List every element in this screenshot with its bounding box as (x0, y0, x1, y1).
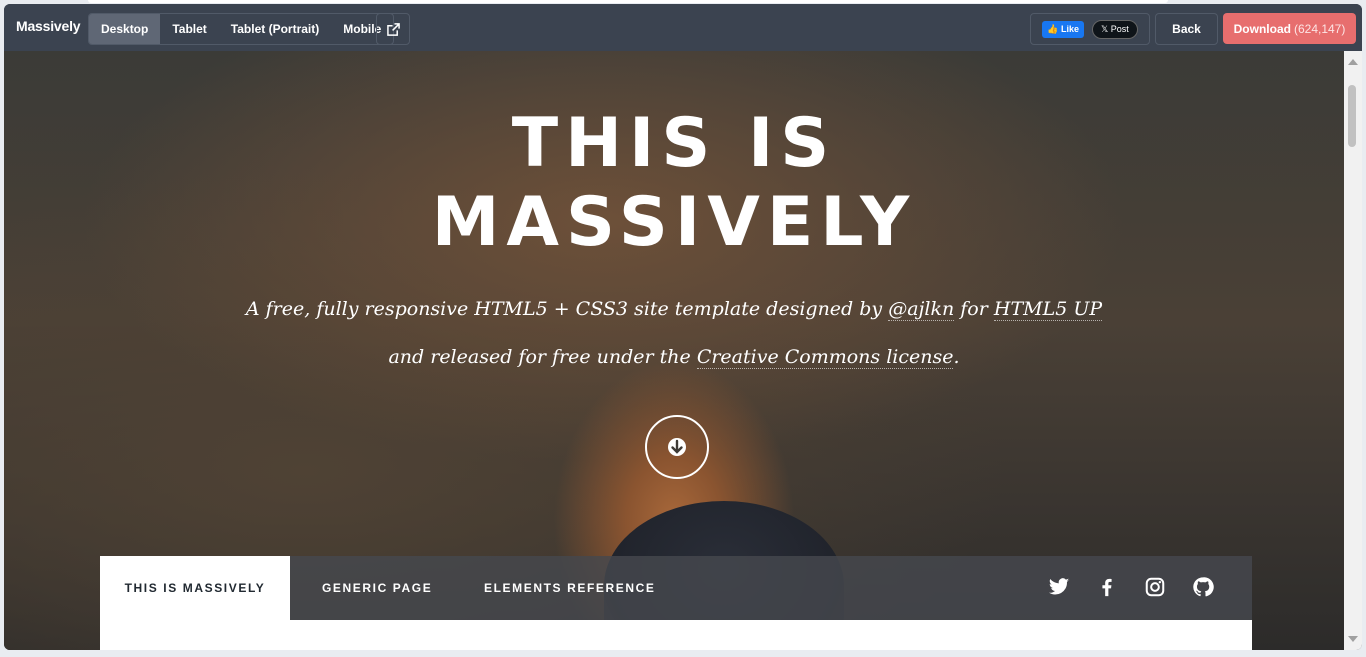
social-icons (1048, 576, 1214, 598)
nav-item-this-is-massively[interactable]: THIS IS MASSIVELY (100, 556, 290, 620)
brand-name[interactable]: Massively (16, 18, 81, 34)
browser-url-bar-edge (88, 0, 1168, 3)
ajlkn-link[interactable]: @ajlkn (888, 298, 955, 321)
twitter-icon[interactable] (1048, 576, 1070, 598)
intro-text: A free, fully responsive HTML5 + CSS3 si… (245, 298, 889, 320)
device-tablet-portrait-button[interactable]: Tablet (Portrait) (219, 14, 331, 44)
download-button[interactable]: Download (624,147) (1223, 13, 1356, 44)
github-icon[interactable] (1192, 576, 1214, 598)
device-selector: Desktop Tablet Tablet (Portrait) Mobile (88, 13, 395, 45)
x-post-button[interactable]: 𝕏 Post (1091, 19, 1138, 39)
nav-item-elements-reference[interactable]: ELEMENTS REFERENCE (484, 556, 655, 620)
html5up-link[interactable]: HTML5 UP (993, 298, 1103, 321)
instagram-icon[interactable] (1144, 576, 1166, 598)
scroll-down-button[interactable] (645, 415, 709, 479)
scrollbar-thumb[interactable] (1348, 85, 1356, 147)
intro-text: and released for free under the (388, 346, 697, 368)
external-link-icon (386, 22, 400, 36)
intro-text: . (953, 346, 960, 368)
main-content-area (100, 620, 1252, 650)
nav-item-generic-page[interactable]: GENERIC PAGE (322, 556, 432, 620)
like-label: Like (1060, 23, 1079, 34)
scroll-down-arrow-icon[interactable] (1348, 636, 1358, 642)
facebook-like-button[interactable]: 👍 Like (1042, 20, 1084, 38)
creative-commons-link[interactable]: Creative Commons license (696, 346, 954, 369)
device-desktop-button[interactable]: Desktop (89, 14, 161, 44)
download-count: (624,147) (1293, 21, 1346, 36)
hero-intro-line2: and released for free under the Creative… (4, 346, 1344, 369)
scroll-up-arrow-icon[interactable] (1348, 59, 1358, 65)
back-button[interactable]: Back (1155, 13, 1218, 45)
open-external-button[interactable] (376, 13, 410, 45)
hero-title-line1: THIS IS (511, 104, 837, 183)
main-nav: THIS IS MASSIVELY GENERIC PAGE ELEMENTS … (100, 556, 1252, 620)
facebook-icon[interactable] (1096, 576, 1118, 598)
download-label: Download (1233, 21, 1291, 36)
social-buttons: 👍 Like 𝕏 Post (1030, 13, 1150, 45)
device-tablet-button[interactable]: Tablet (160, 14, 218, 44)
vertical-scrollbar[interactable] (1344, 51, 1362, 650)
post-label: Post (1110, 23, 1129, 34)
hero-title-line2: MASSIVELY (431, 183, 917, 262)
intro-text: for (954, 298, 994, 320)
preview-frame: Massively Desktop Tablet Tablet (Portrai… (4, 4, 1362, 650)
arrow-down-icon (668, 438, 686, 456)
hero-intro-line1: A free, fully responsive HTML5 + CSS3 si… (4, 298, 1344, 321)
template-toolbar: Massively Desktop Tablet Tablet (Portrai… (4, 4, 1362, 51)
template-preview: THIS IS MASSIVELY A free, fully responsi… (4, 51, 1344, 650)
